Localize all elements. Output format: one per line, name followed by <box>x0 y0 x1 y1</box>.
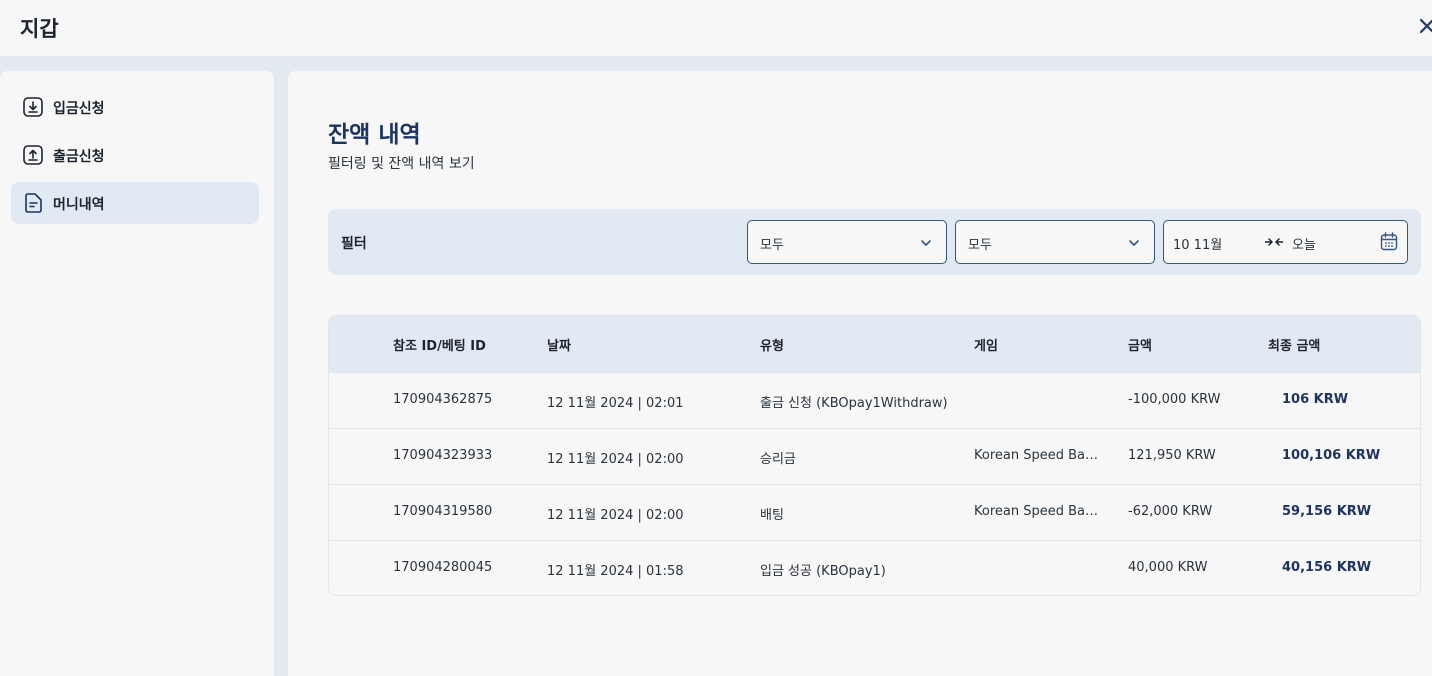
column-header: 날짜 <box>547 339 571 354</box>
cell-type: 승리금 <box>760 452 796 467</box>
range-arrows-icon <box>1265 238 1283 246</box>
cell-game: Korean Speed Baccarat <box>974 504 1098 519</box>
cell-date: 12 11월 2024 | 02:01 <box>547 396 684 411</box>
cell-date: 12 11월 2024 | 01:58 <box>547 564 684 579</box>
sidebar-item-withdraw[interactable]: 출금신청 <box>11 134 259 176</box>
cell-date: 12 11월 2024 | 02:00 <box>547 452 684 467</box>
column-header: 금액 <box>1128 339 1152 354</box>
sidebar-item-label: 머니내역 <box>53 197 105 213</box>
balance-history-table: 참조 ID/베팅 ID 날짜 유형 게임 금액 최종 금액 1709043628… <box>328 315 1421 596</box>
document-icon <box>25 193 42 213</box>
game-filter-select[interactable]: 모두 <box>955 220 1155 264</box>
cell-type: 배팅 <box>760 508 784 523</box>
table-row: 170904319580 12 11월 2024 | 02:00 배팅 Kore… <box>329 484 1420 540</box>
cell-amount: 40,000 KRW <box>1128 560 1208 575</box>
table-row: 170904323933 12 11월 2024 | 02:00 승리금 Kor… <box>329 428 1420 484</box>
column-header: 참조 ID/베팅 ID <box>393 339 486 354</box>
sidebar-item-label: 출금신청 <box>53 149 105 165</box>
cell-amount: 121,950 KRW <box>1128 448 1216 463</box>
cell-amount: -100,000 KRW <box>1128 392 1221 407</box>
select-value: 모두 <box>760 238 784 253</box>
column-header: 게임 <box>974 339 998 354</box>
date-range-picker[interactable]: 10 11월 오늘 <box>1163 220 1408 264</box>
sidebar: 입금신청 출금신청 머니내역 <box>0 71 274 676</box>
filter-bar: 필터 모두 모두 10 11월 오늘 <box>328 209 1421 275</box>
chevron-down-icon <box>1129 240 1139 246</box>
top-bar: 지갑 <box>0 0 1432 57</box>
cell-id: 170904280045 <box>393 560 493 575</box>
cell-id: 170904323933 <box>393 448 493 463</box>
table-row: 170904280045 12 11월 2024 | 01:58 입금 성공 (… <box>329 540 1420 595</box>
cell-type: 출금 신청 (KBOpay1Withdraw) <box>760 396 948 411</box>
cell-type: 입금 성공 (KBOpay1) <box>760 564 886 579</box>
cell-amount: -62,000 KRW <box>1128 504 1213 519</box>
page-subtitle: 필터링 및 잔액 내역 보기 <box>328 156 475 172</box>
filter-label: 필터 <box>341 236 367 252</box>
main-panel: 잔액 내역 필터링 및 잔액 내역 보기 필터 모두 모두 10 11월 오늘 <box>288 71 1432 676</box>
date-from: 10 11월 <box>1173 238 1223 253</box>
type-filter-select[interactable]: 모두 <box>747 220 947 264</box>
cell-final-amount: 100,106 KRW <box>1282 448 1381 463</box>
cell-final-amount: 40,156 KRW <box>1282 560 1372 575</box>
cell-id: 170904319580 <box>393 504 493 519</box>
upload-icon <box>23 145 43 165</box>
sidebar-item-deposit[interactable]: 입금신청 <box>11 86 259 128</box>
chevron-down-icon <box>921 240 931 246</box>
cell-final-amount: 106 KRW <box>1282 392 1349 407</box>
page-title: 잔액 내역 <box>328 122 421 148</box>
select-value: 모두 <box>968 238 992 253</box>
cell-game: Korean Speed Baccarat <box>974 448 1098 463</box>
cell-id: 170904362875 <box>393 392 493 407</box>
close-icon[interactable] <box>1416 12 1432 40</box>
column-header: 최종 금액 <box>1268 339 1321 354</box>
sidebar-item-money-history[interactable]: 머니내역 <box>11 182 259 224</box>
calendar-icon[interactable] <box>1380 232 1398 251</box>
table-header: 참조 ID/베팅 ID 날짜 유형 게임 금액 최종 금액 <box>329 316 1420 372</box>
table-row: 170904362875 12 11월 2024 | 02:01 출금 신청 (… <box>329 372 1420 428</box>
wallet-title: 지갑 <box>20 17 59 41</box>
column-header: 유형 <box>760 339 784 354</box>
cell-date: 12 11월 2024 | 02:00 <box>547 508 684 523</box>
cell-final-amount: 59,156 KRW <box>1282 504 1372 519</box>
download-icon <box>23 97 43 117</box>
sidebar-item-label: 입금신청 <box>53 101 105 117</box>
date-to: 오늘 <box>1292 238 1316 253</box>
